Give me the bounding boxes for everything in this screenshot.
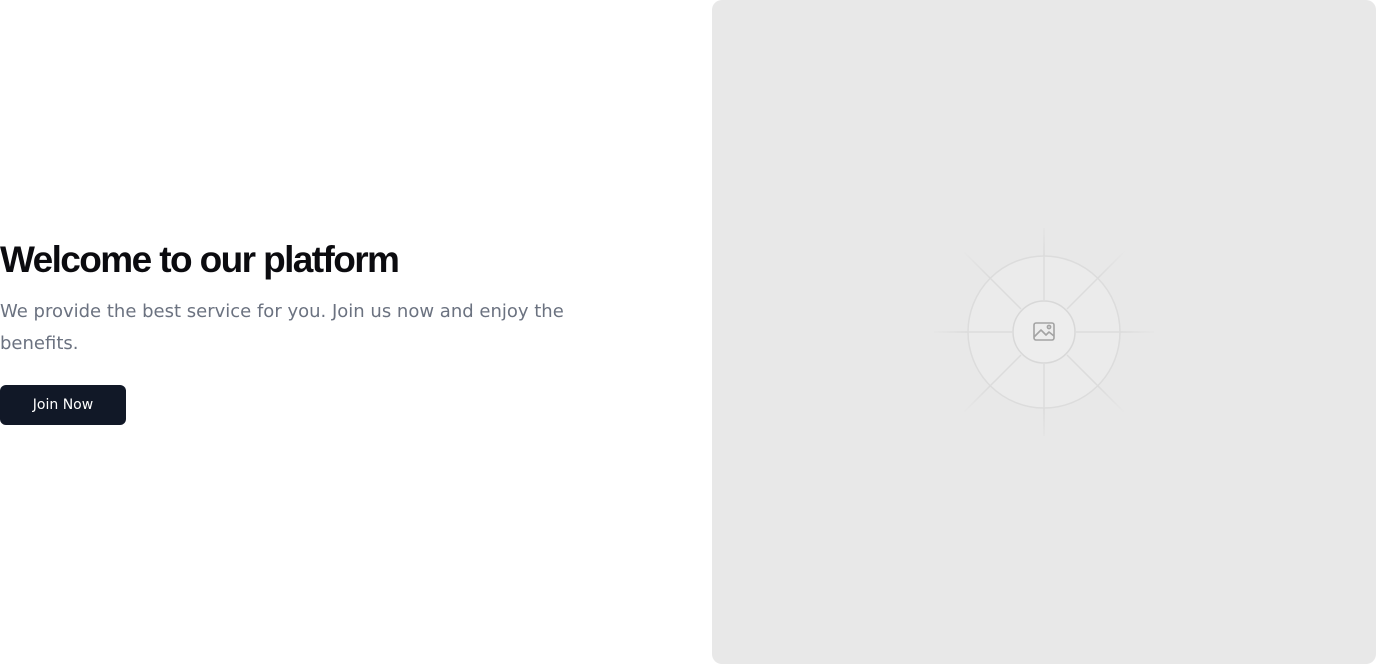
image-placeholder-icon	[934, 228, 1154, 436]
hero-title: Welcome to our platform	[0, 239, 400, 280]
hero-content: Welcome to our platform We provide the b…	[0, 0, 660, 664]
hero-section: Welcome to our platform We provide the b…	[0, 0, 1376, 664]
hero-subtitle: We provide the best service for you. Joi…	[0, 301, 564, 354]
join-now-button[interactable]: Join Now	[0, 385, 126, 425]
hero-image-placeholder	[712, 0, 1376, 664]
